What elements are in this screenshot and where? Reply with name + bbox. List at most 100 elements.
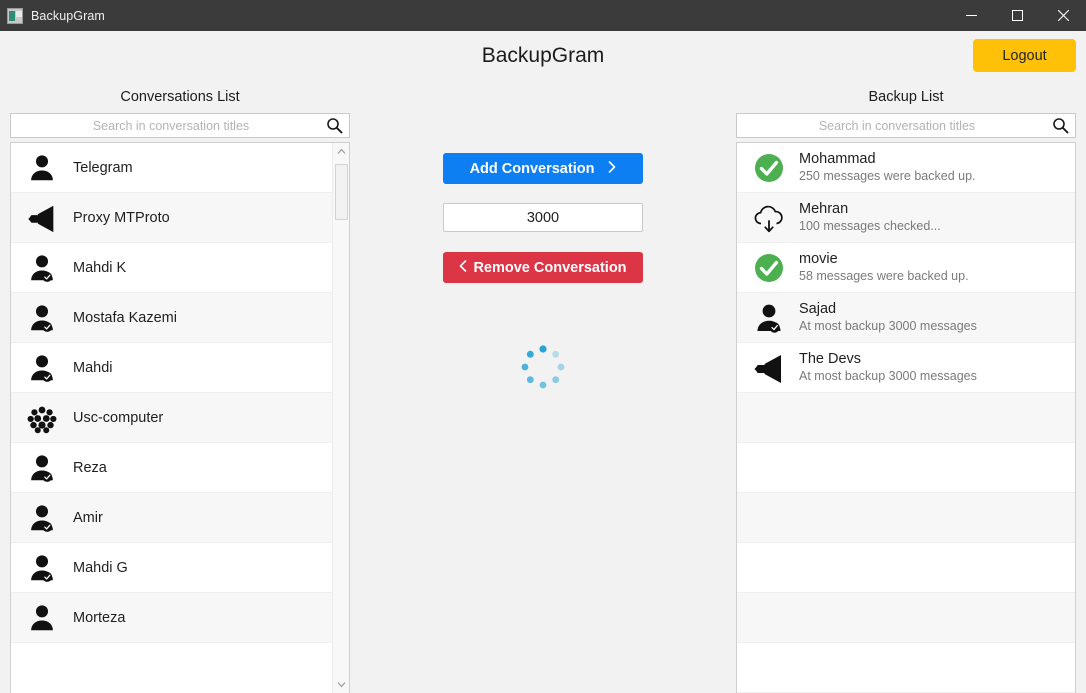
check-circle-icon-wrap xyxy=(751,150,787,186)
add-conversation-button[interactable]: Add Conversation xyxy=(443,153,643,184)
person-icon xyxy=(31,604,53,630)
person-verified-icon-wrap xyxy=(25,501,59,535)
backup-item-texts: movie 58 messages were backed up. xyxy=(799,250,969,285)
conversations-scrollbar[interactable] xyxy=(332,143,349,693)
megaphone-icon xyxy=(28,205,54,232)
conversation-title: Morteza xyxy=(73,609,126,626)
backup-search-input[interactable] xyxy=(736,113,1076,138)
backup-list-empty-row xyxy=(737,543,1075,593)
backup-list-item[interactable]: The Devs At most backup 3000 messages xyxy=(737,343,1075,393)
conversation-title: Mahdi K xyxy=(73,259,127,276)
backup-list-item[interactable]: Sajad At most backup 3000 messages xyxy=(737,293,1075,343)
scroll-up-icon[interactable] xyxy=(333,143,350,160)
page-title: BackupGram xyxy=(481,44,605,67)
person-verified-icon-wrap xyxy=(25,351,59,385)
logout-button[interactable]: Logout xyxy=(973,39,1076,72)
backup-item-texts: Mehran 100 messages checked... xyxy=(799,200,941,235)
backup-list-item[interactable]: movie 58 messages were backed up. xyxy=(737,243,1075,293)
conversation-title: Amir xyxy=(73,509,103,526)
check-circle-icon xyxy=(755,153,783,182)
person-verified-icon xyxy=(31,454,53,482)
backup-list-item[interactable]: Mehran 100 messages checked... xyxy=(737,193,1075,243)
loading-spinner-icon xyxy=(519,343,567,391)
cloud-download-icon-wrap xyxy=(751,200,787,236)
scrollbar-thumb[interactable] xyxy=(334,164,348,220)
conversations-search-input[interactable] xyxy=(10,113,350,138)
conversations-list-box: Telegram Proxy MTProto Mahdi K Mostafa Kaze… xyxy=(10,142,350,693)
conversations-heading: Conversations List xyxy=(120,89,240,105)
add-conversation-label: Add Conversation xyxy=(469,160,595,177)
backup-item-title: Mohammad xyxy=(799,151,876,168)
person-verified-icon xyxy=(757,304,781,333)
backup-list-box: Mohammad 250 messages were backed up. Mehr… xyxy=(736,142,1076,693)
scrollbar-track[interactable] xyxy=(333,160,350,676)
backup-item-texts: The Devs At most backup 3000 messages xyxy=(799,350,977,385)
conversation-list-item[interactable]: Mahdi xyxy=(11,343,332,393)
cloud-download-icon xyxy=(754,205,783,232)
check-circle-icon-wrap xyxy=(751,250,787,286)
conversation-list-item[interactable]: Proxy MTProto xyxy=(11,193,332,243)
close-icon[interactable] xyxy=(1040,0,1086,31)
backup-item-title: The Devs xyxy=(799,351,862,368)
conversations-search xyxy=(10,113,350,138)
conversation-title: Mahdi xyxy=(73,359,113,376)
person-verified-icon xyxy=(31,354,53,382)
app-window-icon xyxy=(7,7,23,24)
person-icon xyxy=(31,154,53,180)
megaphone-icon-wrap xyxy=(25,201,59,235)
backup-list-item[interactable]: Mohammad 250 messages were backed up. xyxy=(737,143,1075,193)
remove-conversation-label: Remove Conversation xyxy=(473,259,627,276)
person-icon-wrap xyxy=(25,151,59,185)
main-content: Conversations List Telegram Proxy MTProto… xyxy=(0,81,1086,693)
person-verified-icon-wrap xyxy=(25,551,59,585)
conversation-list-item[interactable]: Mahdi K xyxy=(11,243,332,293)
window-title: BackupGram xyxy=(31,8,105,23)
backup-item-texts: Sajad At most backup 3000 messages xyxy=(799,300,977,335)
conversation-title: Mahdi G xyxy=(73,559,128,576)
conversation-list-item[interactable]: Morteza xyxy=(11,593,332,643)
title-bar: BackupGram xyxy=(0,0,1086,31)
person-verified-icon-wrap xyxy=(751,300,787,336)
person-verified-icon xyxy=(31,554,53,582)
backup-item-status: At most backup 3000 messages xyxy=(799,369,977,384)
person-verified-icon xyxy=(31,254,53,282)
backup-item-title: Sajad xyxy=(799,301,837,318)
check-circle-icon xyxy=(755,253,783,282)
conversation-title: Usc-computer xyxy=(73,409,164,426)
conversation-list-item[interactable]: Reza xyxy=(11,443,332,493)
backup-item-status: 100 messages checked... xyxy=(799,219,941,234)
conversation-list-item[interactable]: Mahdi G xyxy=(11,543,332,593)
conversation-list-item[interactable]: Amir xyxy=(11,493,332,543)
conversation-list-item[interactable]: Usc-computer xyxy=(11,393,332,443)
chevron-left-icon xyxy=(459,259,467,276)
remove-conversation-button[interactable]: Remove Conversation xyxy=(443,252,643,283)
minimize-icon[interactable] xyxy=(948,0,994,31)
group-icon xyxy=(27,406,57,433)
maximize-icon[interactable] xyxy=(994,0,1040,31)
backup-item-status: 250 messages were backed up. xyxy=(799,169,976,184)
conversation-title: Proxy MTProto xyxy=(73,209,170,226)
person-verified-icon-wrap xyxy=(25,301,59,335)
conversation-list-item[interactable]: Mostafa Kazemi xyxy=(11,293,332,343)
message-count-input[interactable] xyxy=(443,203,643,232)
scroll-down-icon[interactable] xyxy=(333,676,350,693)
center-controls: Add Conversation Remove Conversation xyxy=(350,81,736,693)
backup-heading: Backup List xyxy=(868,89,944,105)
backup-list[interactable]: Mohammad 250 messages were backed up. Mehr… xyxy=(737,143,1075,693)
backup-item-status: At most backup 3000 messages xyxy=(799,319,977,334)
person-verified-icon-wrap xyxy=(25,451,59,485)
backup-list-empty-row xyxy=(737,493,1075,543)
backup-list-empty-row xyxy=(737,643,1075,693)
megaphone-icon xyxy=(754,354,781,383)
app-window: BackupGram BackupGram Logout Conversatio… xyxy=(0,0,1086,693)
backup-list-empty-row xyxy=(737,393,1075,443)
backup-item-title: movie xyxy=(799,251,838,268)
conversation-list-item[interactable]: Telegram xyxy=(11,143,332,193)
person-icon-wrap xyxy=(25,601,59,635)
backup-search xyxy=(736,113,1076,138)
backup-item-status: 58 messages were backed up. xyxy=(799,269,969,284)
backup-list-empty-row xyxy=(737,443,1075,493)
conversations-list[interactable]: Telegram Proxy MTProto Mahdi K Mostafa Kaze… xyxy=(11,143,332,693)
window-controls xyxy=(948,0,1086,31)
conversation-title: Telegram xyxy=(73,159,133,176)
